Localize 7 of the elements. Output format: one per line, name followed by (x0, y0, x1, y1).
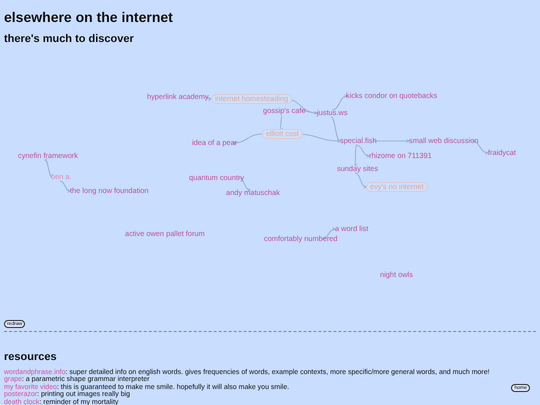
section-heading: resources (4, 350, 58, 364)
connector-line (332, 94, 348, 110)
connector-line (60, 180, 71, 192)
connector-line (44, 159, 52, 178)
connector-line (354, 172, 367, 188)
page-subtitle: there's much to discover (4, 32, 135, 46)
page-title: elsewhere on the internet (4, 8, 174, 26)
